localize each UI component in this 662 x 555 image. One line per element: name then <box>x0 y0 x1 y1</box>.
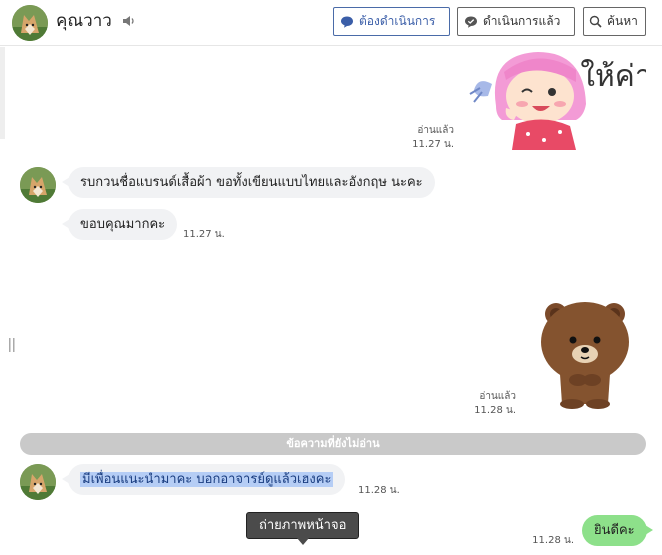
chat-bubble-icon <box>341 16 353 28</box>
speaker-icon[interactable] <box>121 13 137 29</box>
resize-handle-icon[interactable] <box>8 338 16 352</box>
message-time: 11.27 น. <box>412 139 454 150</box>
search-button-label: ค้นหา <box>607 14 638 28</box>
message-text: ยินดีคะ <box>594 523 635 538</box>
todo-button[interactable]: ต้องดำเนินการ <box>333 7 450 36</box>
message-bubble[interactable]: มีเพื่อนแนะนำมาคะ บอกอาจารย์ดูแล้วเฮงคะ <box>61 464 346 495</box>
search-button[interactable]: ค้นหา <box>583 7 646 36</box>
chat-title: คุณวาว <box>56 11 112 31</box>
read-receipt: อ่านแล้ว <box>479 391 516 402</box>
contact-avatar[interactable] <box>20 167 56 203</box>
message-time: 11.28 น. <box>532 535 574 546</box>
left-panel-edge <box>0 47 5 139</box>
sticker-caption: ให้ค่า <box>580 59 646 94</box>
done-button[interactable]: ดำเนินการแล้ว <box>457 7 575 36</box>
chat-header: คุณวาว ต้องดำเนินการ ดำเนินการแล้ว ค้นหา <box>0 0 662 46</box>
selected-message-text[interactable]: มีเพื่อนแนะนำมาคะ บอกอาจารย์ดูแล้วเฮงคะ <box>80 472 334 487</box>
sticker-brown-bear[interactable] <box>538 298 632 410</box>
search-icon <box>589 15 602 28</box>
read-receipt: อ่านแล้ว <box>417 125 454 136</box>
contact-avatar[interactable] <box>12 5 48 41</box>
todo-button-label: ต้องดำเนินการ <box>359 14 436 28</box>
message-text: รบกวนชื่อแบรนด์เสื้อผ้า ขอทั้งเขียนแบบไท… <box>80 175 423 190</box>
screenshot-tooltip: ถ่ายภาพหน้าจอ <box>246 512 360 545</box>
message-time: 11.28 น. <box>358 485 400 496</box>
done-button-label: ดำเนินการแล้ว <box>483 14 561 28</box>
unread-divider: ข้อความที่ยังไม่อ่าน <box>20 433 646 455</box>
message-time: 11.27 น. <box>183 229 225 240</box>
contact-avatar[interactable] <box>20 464 56 500</box>
message-bubble[interactable]: รบกวนชื่อแบรนด์เสื้อผ้า ขอทั้งเขียนแบบไท… <box>62 167 435 198</box>
chat-bubble-icon <box>465 16 477 28</box>
message-time: 11.28 น. <box>474 405 516 416</box>
sticker-girl[interactable]: ให้ค่า <box>466 46 652 150</box>
message-text: ขอบคุณมากคะ <box>80 217 166 232</box>
message-bubble[interactable]: ยินดีคะ <box>582 515 653 546</box>
message-bubble[interactable]: ขอบคุณมากคะ <box>61 209 178 240</box>
